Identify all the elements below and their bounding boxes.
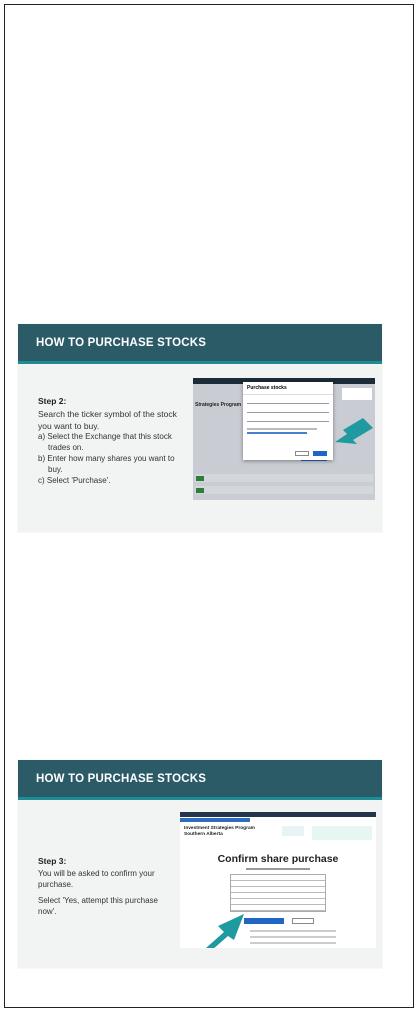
modal-note-lines	[247, 432, 307, 434]
step-2-text: Step 2: Search the ticker symbol of the …	[38, 396, 188, 486]
purchase-modal: Purchase stocks	[243, 382, 333, 460]
modal-field	[247, 398, 329, 404]
confirm-title: Confirm share purchase	[217, 853, 339, 865]
fine-print-line	[250, 936, 336, 938]
confirm-screenshot: Investment Strategies Program Southern A…	[180, 812, 376, 948]
screenshot-program-title: Strategies Program	[195, 402, 242, 408]
screenshot-row	[195, 474, 373, 482]
step-title: Step 2:	[38, 396, 67, 406]
screenshot-badge	[196, 488, 204, 493]
fine-print-line	[250, 942, 336, 944]
step-item: c) Select 'Purchase'.	[38, 475, 111, 485]
no-button	[292, 918, 314, 924]
screenshot-program-info: Investment Strategies Program Southern A…	[184, 826, 255, 838]
cpa-logo-icon	[282, 826, 304, 836]
slide-body: Step 3: You will be asked to confirm you…	[18, 800, 382, 965]
confirm-subtitle-line	[246, 868, 310, 870]
step-item: a) Select the Exchange that this stock t…	[38, 432, 172, 453]
screenshot-subbar	[180, 818, 250, 822]
slide-step-2: HOW TO PURCHASE STOCKS Step 2: Search th…	[18, 324, 382, 532]
slide-header: HOW TO PURCHASE STOCKS	[18, 760, 382, 800]
modal-title: Purchase stocks	[243, 382, 333, 395]
step-list: a) Select the Exchange that this stock t…	[38, 432, 188, 486]
modal-field	[247, 416, 329, 422]
step-line: You will be asked to confirm your purcha…	[38, 869, 155, 890]
step-3-text: Step 3: You will be asked to confirm you…	[38, 856, 168, 918]
arrow-icon	[335, 418, 373, 444]
screenshot-location: Southern Alberta	[184, 832, 223, 838]
modal-note-lines	[247, 428, 317, 430]
screenshot-row	[195, 486, 373, 494]
slide-body: Step 2: Search the ticker symbol of the …	[18, 364, 382, 529]
yes-attempt-button	[244, 918, 284, 924]
step-title: Step 3:	[38, 856, 67, 866]
fine-print-line	[250, 930, 336, 932]
step-intro: Search the ticker symbol of the stock yo…	[38, 409, 177, 431]
step-item: b) Enter how many shares you want to buy…	[38, 454, 175, 474]
confirm-table	[230, 874, 326, 912]
modal-cancel-button	[295, 451, 309, 456]
step-line: Select 'Yes, attempt this purchase now'.	[38, 896, 158, 916]
modal-purchase-button	[313, 451, 327, 456]
screenshot-right-block	[312, 826, 372, 840]
purchase-screenshot: Strategies Program Purchase stocks	[193, 378, 375, 500]
screenshot-right-block	[342, 388, 372, 400]
screenshot-badge	[196, 476, 204, 481]
slide-header: HOW TO PURCHASE STOCKS	[18, 324, 382, 364]
arrow-icon	[206, 914, 244, 948]
slide-step-3: HOW TO PURCHASE STOCKS Step 3: You will …	[18, 760, 382, 968]
modal-field	[247, 407, 329, 413]
screenshot-topbar	[180, 812, 376, 817]
